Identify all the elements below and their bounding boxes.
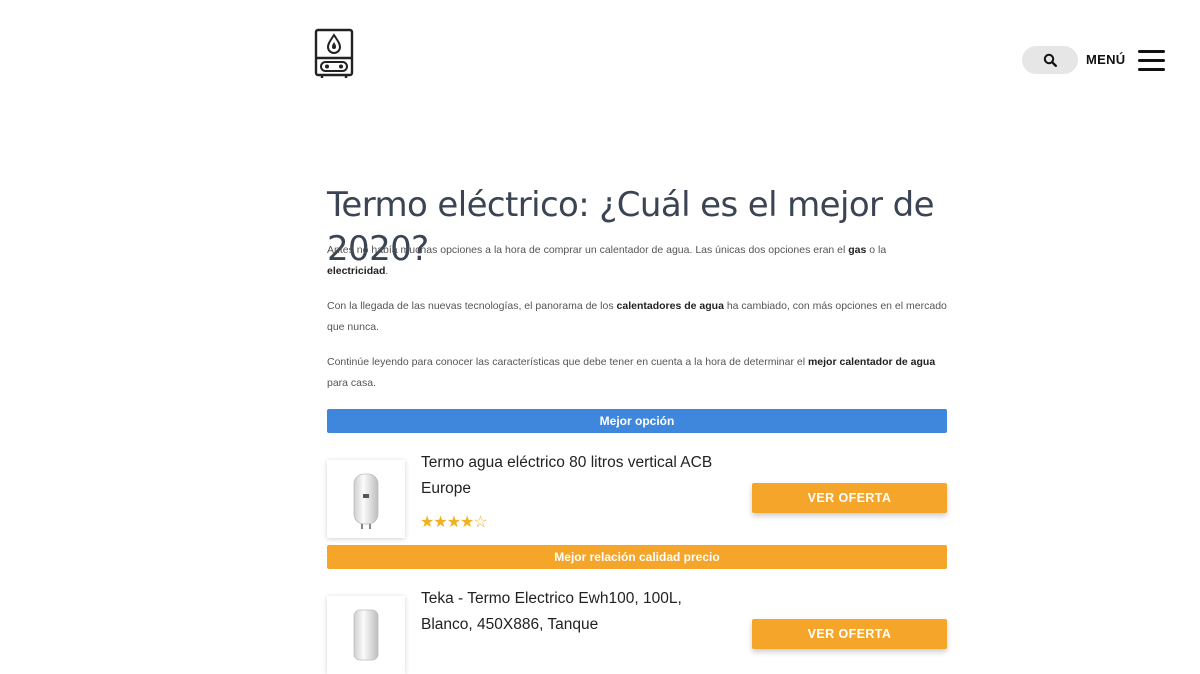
intro-paragraph-2: Con la llegada de las nuevas tecnologías… bbox=[327, 300, 947, 333]
search-icon bbox=[1043, 53, 1057, 67]
rating-stars: ★★★★☆ bbox=[420, 512, 488, 532]
product-image[interactable] bbox=[327, 460, 405, 538]
water-heater-icon bbox=[314, 28, 354, 78]
view-offer-button[interactable]: VER OFERTA bbox=[752, 619, 947, 649]
empty-star-icon: ☆ bbox=[473, 514, 487, 531]
search-button[interactable] bbox=[1022, 46, 1078, 74]
hamburger-icon[interactable] bbox=[1138, 50, 1165, 72]
bold-term: gas bbox=[848, 244, 867, 256]
bold-term: electricidad bbox=[327, 265, 386, 277]
article: Termo eléctrico: ¿Cuál es el mejor de 20… bbox=[327, 183, 947, 389]
water-heater-tank-icon bbox=[353, 473, 379, 529]
best-choice-badge: Mejor opción bbox=[327, 409, 947, 433]
water-heater-tank-icon bbox=[353, 609, 379, 661]
menu-label[interactable]: MENÚ bbox=[1086, 52, 1125, 67]
intro-paragraph-3: Continúe leyendo para conocer las caract… bbox=[327, 356, 936, 389]
site-logo[interactable] bbox=[313, 28, 355, 80]
intro-paragraph-1: Antes no había muchas opciones a la hora… bbox=[327, 244, 887, 277]
product-title[interactable]: Teka - Termo Electrico Ewh100, 100L, Bla… bbox=[421, 586, 721, 638]
product-image[interactable] bbox=[327, 596, 405, 674]
star-icon: ★ bbox=[446, 514, 461, 531]
half-star-icon: ★ bbox=[460, 514, 474, 531]
bold-term: calentadores de agua bbox=[616, 300, 724, 312]
bold-term: mejor calentador de agua bbox=[807, 356, 936, 368]
star-icon: ★ bbox=[433, 514, 447, 531]
best-value-badge: Mejor relación calidad precio bbox=[327, 545, 947, 569]
product-title[interactable]: Termo agua eléctrico 80 litros vertical … bbox=[421, 450, 721, 502]
star-icon: ★ bbox=[420, 514, 434, 531]
view-offer-button[interactable]: VER OFERTA bbox=[752, 483, 947, 513]
